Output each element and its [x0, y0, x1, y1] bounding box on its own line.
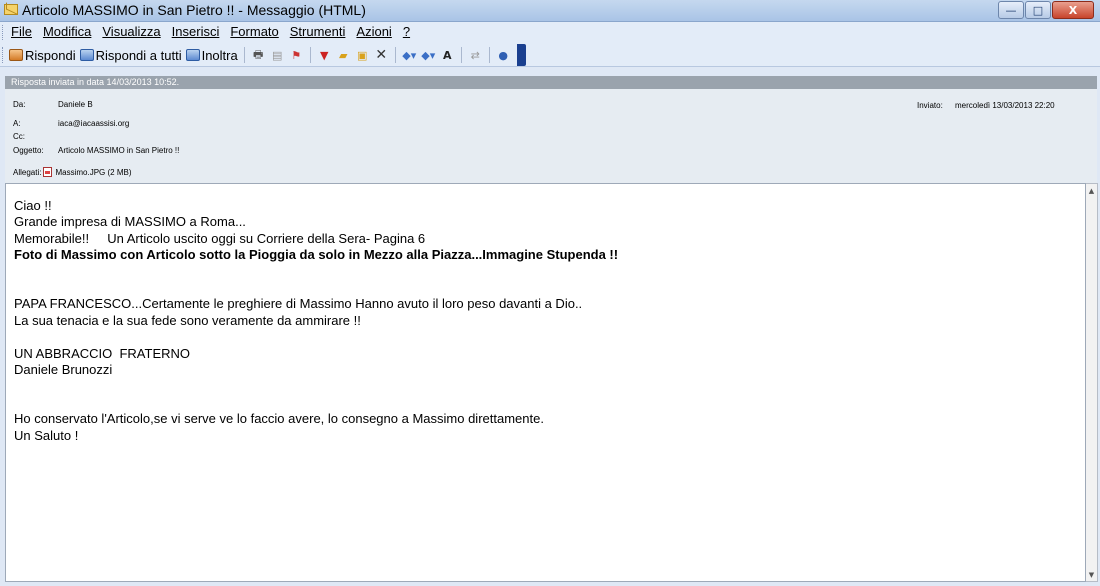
- scroll-up-icon[interactable]: ▲: [1086, 185, 1097, 196]
- toolbar-separator: [309, 47, 311, 63]
- toolbar-separator: [460, 47, 462, 63]
- menu-items: File Modifica Visualizza Inserisci Forma…: [11, 24, 410, 39]
- window-controls: — □ X: [998, 1, 1094, 19]
- minimize-button[interactable]: —: [998, 1, 1024, 19]
- reply-button[interactable]: Rispondi: [9, 45, 76, 65]
- vertical-scrollbar[interactable]: ▲ ▼: [1086, 183, 1098, 582]
- categorize-icon[interactable]: ▼: [317, 48, 332, 62]
- body-line: Grande impresa di MASSIMO a Roma...: [14, 214, 246, 230]
- reply-icon: [9, 49, 23, 61]
- message-window: Articolo MASSIMO in San Pietro !! - Mess…: [0, 0, 1100, 586]
- body-line: Ho conservato l'Articolo,se vi serve ve …: [14, 411, 544, 427]
- menu-inserisci[interactable]: Inserisci: [172, 24, 220, 39]
- toolbar-buttons: Rispondi Rispondi a tutti Inoltra 🖶 ▤ ⚑ …: [9, 44, 526, 66]
- cc-label: Cc:: [13, 132, 25, 141]
- info-bar[interactable]: Risposta inviata in data 14/03/2013 10:5…: [5, 76, 1097, 89]
- reply-all-icon: [79, 49, 94, 61]
- forward-label: Inoltra: [201, 47, 238, 63]
- toolbar-separator: [243, 47, 245, 63]
- next-icon[interactable]: ◆▾: [421, 48, 436, 62]
- body-line: Ciao !!: [14, 198, 52, 213]
- folder-icon[interactable]: ▰: [336, 48, 351, 62]
- scroll-down-icon[interactable]: ▼: [1086, 569, 1097, 580]
- cc-row: Cc:: [13, 132, 25, 141]
- from-value[interactable]: Daniele B: [58, 100, 93, 109]
- encoding-icon[interactable]: ⇄: [468, 48, 483, 62]
- delete-icon[interactable]: ✕: [374, 47, 389, 63]
- toolbar-separator: [394, 47, 396, 63]
- subject-label: Oggetto:: [13, 146, 44, 155]
- menu-strumenti[interactable]: Strumenti: [290, 24, 346, 39]
- to-label: A:: [13, 119, 21, 128]
- attachments-label: Allegati:: [13, 168, 42, 177]
- window-title: Articolo MASSIMO in San Pietro !! - Mess…: [22, 2, 366, 18]
- toolbar: Rispondi Rispondi a tutti Inoltra 🖶 ▤ ⚑ …: [0, 43, 1100, 67]
- maximize-button[interactable]: □: [1025, 1, 1051, 19]
- font-size-icon[interactable]: A: [440, 48, 455, 62]
- help-icon[interactable]: ●: [496, 48, 511, 62]
- body-line: UN ABBRACCIO FRATERNO: [14, 345, 191, 361]
- subject-value: Articolo MASSIMO in San Pietro !!: [58, 146, 180, 155]
- menu-grip[interactable]: [2, 25, 5, 40]
- image-file-icon[interactable]: [43, 167, 53, 177]
- close-button[interactable]: X: [1052, 1, 1094, 19]
- sent-label: Inviato:: [917, 101, 943, 110]
- sent-value: mercoledì 13/03/2013 22:20: [955, 101, 1055, 110]
- menu-help[interactable]: ?: [403, 24, 410, 39]
- menu-file[interactable]: File: [11, 24, 32, 39]
- to-value[interactable]: iaca@iacaassisi.org: [58, 119, 129, 128]
- attachments-row: Allegati: Massimo.JPG (2 MB): [13, 167, 131, 177]
- print-icon[interactable]: 🖶: [251, 48, 266, 62]
- reply-all-label: Rispondi a tutti: [95, 47, 182, 63]
- envelope-icon: [4, 4, 18, 15]
- forward-icon: [185, 49, 200, 61]
- body-line: Memorabile!! Un Articolo uscito oggi su …: [14, 230, 426, 246]
- body-line: Un Saluto !: [14, 427, 79, 443]
- toolbar-separator: [488, 47, 490, 63]
- from-row: Da: Daniele B: [13, 100, 93, 109]
- menu-formato[interactable]: Formato: [230, 24, 278, 39]
- reply-label: Rispondi: [25, 47, 76, 63]
- menu-bar: File Modifica Visualizza Inserisci Forma…: [0, 22, 1100, 43]
- to-row: A: iaca@iacaassisi.org: [13, 119, 129, 128]
- address-book-icon[interactable]: ▣: [355, 48, 370, 62]
- subject-row: Oggetto: Articolo MASSIMO in San Pietro …: [13, 146, 179, 155]
- title-bar[interactable]: Articolo MASSIMO in San Pietro !! - Mess…: [0, 0, 1100, 22]
- toolbar-overflow[interactable]: [516, 44, 526, 66]
- menu-azioni[interactable]: Azioni: [356, 24, 391, 39]
- reply-all-button[interactable]: Rispondi a tutti: [79, 45, 182, 65]
- toolbar-grip[interactable]: [2, 47, 5, 63]
- message-headers: Da: Daniele B A: iaca@iacaassisi.org Cc:…: [5, 89, 1097, 183]
- attachment-link[interactable]: Massimo.JPG (2 MB): [55, 168, 131, 177]
- menu-modifica[interactable]: Modifica: [43, 24, 91, 39]
- menu-visualizza[interactable]: Visualizza: [102, 24, 160, 39]
- body-line: La sua tenacia e la sua fede sono verame…: [14, 312, 361, 328]
- move-folder-icon[interactable]: ▤: [270, 48, 285, 62]
- body-line: PAPA FRANCESCO...Certamente le preghiere…: [14, 296, 583, 312]
- forward-button[interactable]: Inoltra: [185, 45, 238, 65]
- message-body[interactable]: Ciao !! Grande impresa di MASSIMO a Roma…: [5, 183, 1086, 582]
- body-line: Daniele Brunozzi: [14, 362, 113, 378]
- body-line: Foto di Massimo con Articolo sotto la Pi…: [14, 247, 619, 263]
- flag-icon[interactable]: ⚑: [289, 48, 304, 62]
- from-label: Da:: [13, 100, 26, 109]
- previous-icon[interactable]: ◆▾: [402, 48, 417, 62]
- sent-row: Inviato: mercoledì 13/03/2013 22:20: [917, 101, 1055, 110]
